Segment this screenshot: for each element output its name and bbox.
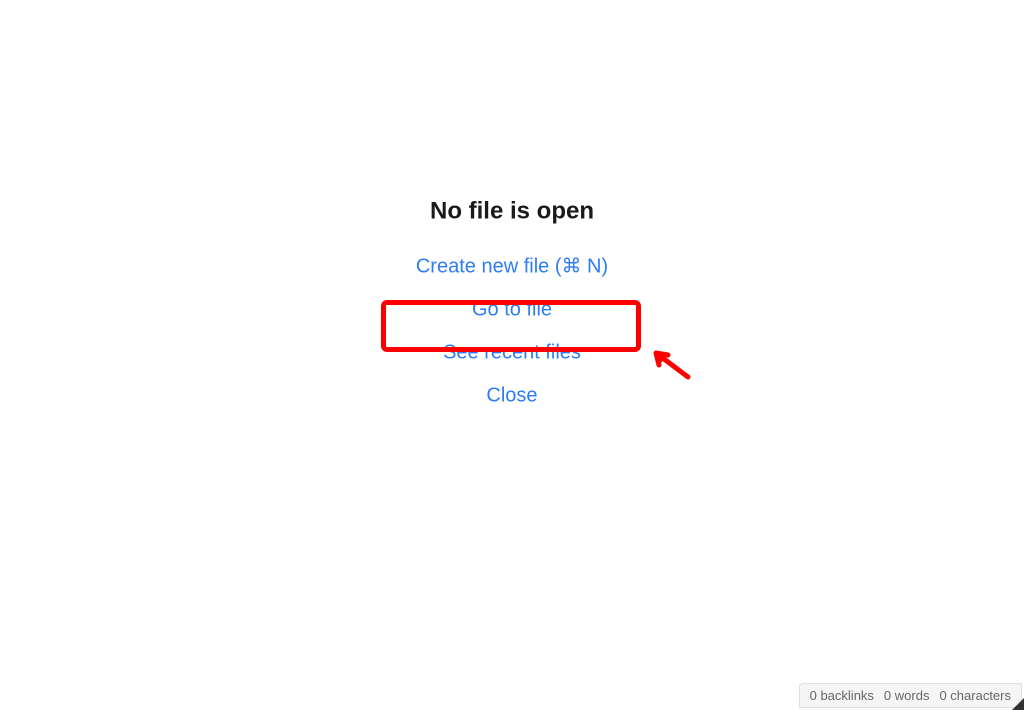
see-recent-files-link[interactable]: See recent files — [443, 335, 581, 370]
go-to-file-link[interactable]: Go to file — [472, 292, 552, 327]
annotation-arrow-icon — [652, 349, 692, 381]
word-count[interactable]: 0 words — [884, 688, 930, 703]
create-new-file-link[interactable]: Create new file (⌘ N) — [416, 247, 608, 284]
empty-state-panel: No file is open Create new file (⌘ N) Go… — [416, 197, 608, 413]
resize-handle-icon[interactable] — [1012, 698, 1024, 710]
empty-state-title: No file is open — [430, 197, 594, 225]
close-label: Close — [486, 384, 537, 406]
see-recent-files-label: See recent files — [443, 341, 581, 363]
create-new-file-label: Create new file (⌘ N) — [416, 255, 608, 277]
backlinks-count[interactable]: 0 backlinks — [810, 688, 874, 703]
character-count[interactable]: 0 characters — [939, 688, 1011, 703]
close-link[interactable]: Close — [486, 378, 537, 413]
status-bar: 0 backlinks 0 words 0 characters — [799, 683, 1022, 708]
go-to-file-label: Go to file — [472, 298, 552, 320]
